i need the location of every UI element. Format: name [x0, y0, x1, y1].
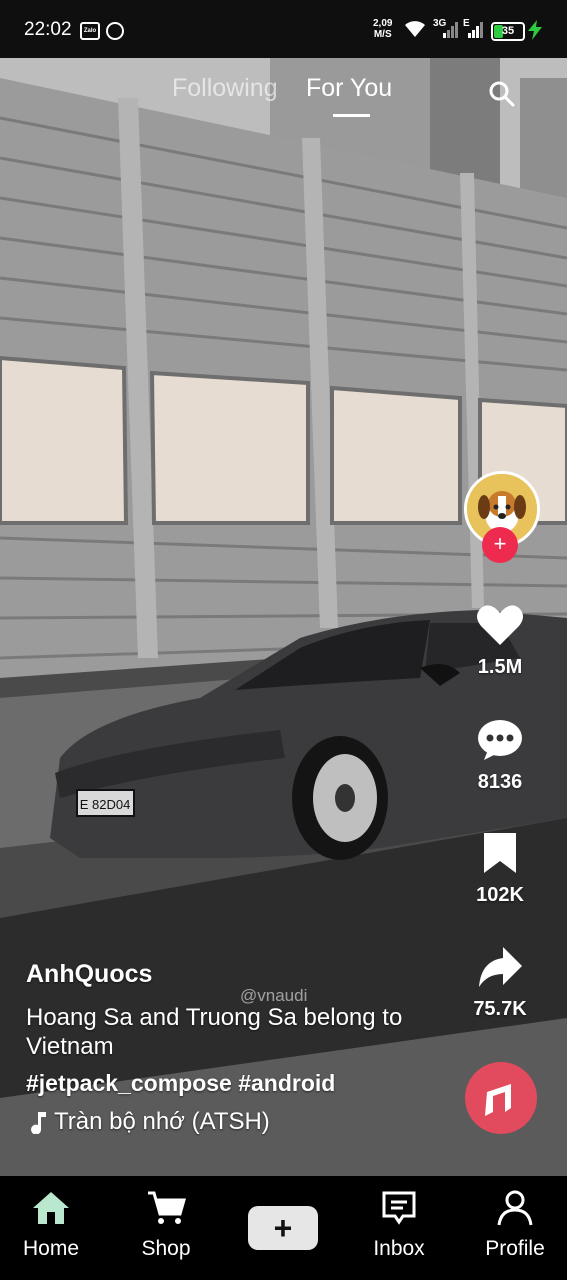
post-description: Hoang Sa and Truong Sa belong to Vietnam: [26, 1004, 403, 1060]
nav-profile[interactable]: Profile: [465, 1190, 565, 1261]
nav-inbox[interactable]: Inbox: [349, 1190, 449, 1261]
like-action[interactable]: 1.5M: [455, 603, 545, 679]
nav-home[interactable]: Home: [1, 1190, 101, 1261]
network-speed-value: 2,09: [373, 18, 393, 29]
license-plate-text: E 82D04: [80, 797, 131, 812]
network-speed-unit: M/S: [373, 29, 392, 40]
nav-inbox-label: Inbox: [373, 1237, 425, 1260]
video-watermark: @vnaudi: [240, 986, 308, 1005]
share-action[interactable]: 75.7K: [455, 945, 545, 1021]
like-count: 1.5M: [477, 656, 523, 678]
music-note-small-icon: [31, 1112, 46, 1134]
create-button[interactable]: +: [248, 1206, 318, 1250]
nav-home-label: Home: [22, 1237, 80, 1260]
follow-button[interactable]: +: [482, 527, 518, 563]
share-icon: [479, 947, 522, 987]
inbox-icon: [382, 1191, 416, 1225]
home-icon: [33, 1192, 69, 1224]
battery-level: 35: [501, 25, 515, 37]
nav-profile-label: Profile: [485, 1237, 545, 1260]
charging-bolt-icon: [528, 20, 542, 40]
post-caption: AnhQuocs Hoang Sa and Truong Sa belong t…: [26, 960, 446, 1136]
bookmark-action[interactable]: 102K: [455, 831, 545, 907]
post-hashtags[interactable]: #jetpack_compose #android: [26, 1070, 446, 1097]
zalo-icon: Zalo: [80, 22, 100, 40]
comment-icon: [478, 720, 522, 760]
share-count: 75.7K: [473, 998, 527, 1020]
comment-action[interactable]: 8136: [455, 718, 545, 794]
post-sound[interactable]: Tràn bộ nhớ (ATSH): [26, 1108, 446, 1136]
wifi-icon: [405, 21, 425, 37]
status-time: 22:02: [24, 19, 72, 40]
heart-icon: [477, 605, 523, 645]
bottom-nav: Home Shop + Inbox Profile: [0, 1176, 567, 1280]
post-username[interactable]: AnhQuocs: [26, 960, 446, 989]
network-speed: 2,09 M/S: [373, 18, 392, 40]
battery-icon: 35: [491, 22, 525, 41]
tab-following[interactable]: Following: [172, 74, 278, 103]
signal-bars-2-icon: [468, 22, 483, 38]
signal-bars-icon: [443, 22, 458, 38]
search-icon[interactable]: [488, 80, 516, 108]
feed-tabs: Following For You: [0, 72, 567, 122]
tab-for-you[interactable]: For You: [306, 74, 392, 103]
cart-icon: [148, 1191, 186, 1224]
music-note-icon: [485, 1084, 511, 1116]
profile-icon: [497, 1190, 533, 1226]
active-tab-indicator: [333, 114, 370, 117]
bookmark-count: 102K: [476, 884, 524, 906]
bookmark-icon: [484, 833, 516, 873]
music-disc-button[interactable]: [465, 1062, 537, 1134]
comment-count: 8136: [477, 771, 523, 793]
nav-shop[interactable]: Shop: [116, 1190, 216, 1261]
status-bar: 22:02 Zalo 2,09 M/S 3G E 35: [0, 0, 567, 58]
nav-shop-label: Shop: [141, 1237, 191, 1260]
post-sound-title: Tràn bộ nhớ (ATSH): [54, 1108, 270, 1135]
messenger-icon: [106, 22, 124, 40]
